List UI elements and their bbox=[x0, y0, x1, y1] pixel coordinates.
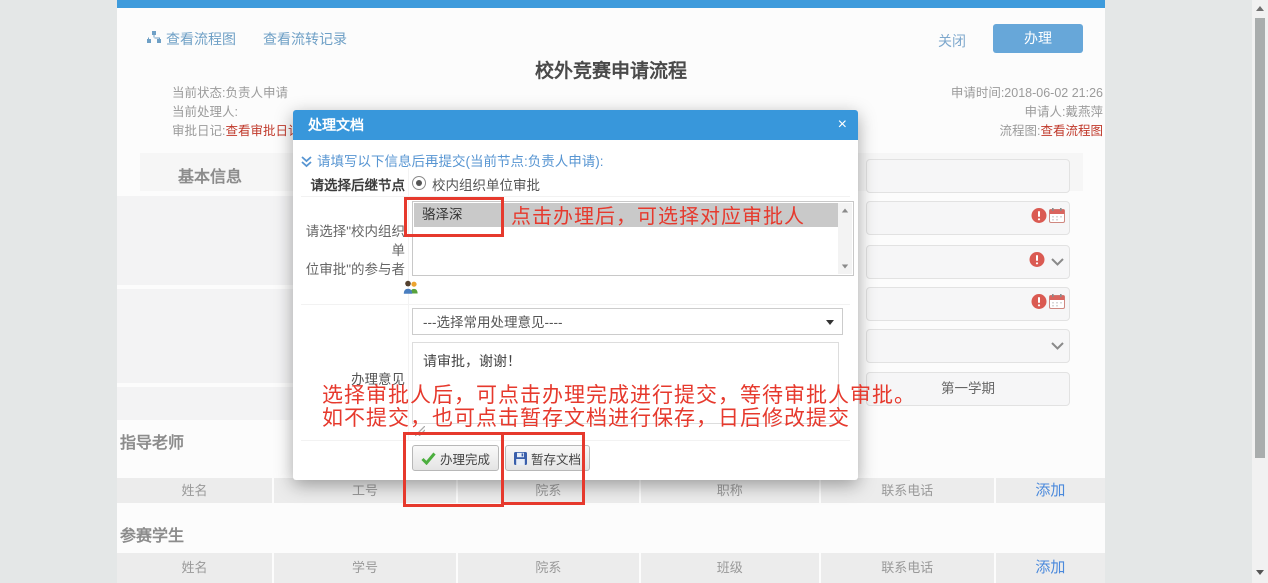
section-students: 参赛学生 bbox=[120, 522, 184, 546]
double-chevron-down-icon bbox=[301, 156, 312, 168]
column-header: 姓名 bbox=[117, 553, 274, 583]
top-accent-bar bbox=[117, 0, 1105, 8]
listbox-scroll-up-icon[interactable] bbox=[842, 209, 848, 213]
annotation-submit-note: 选择审批人后，可点击办理完成进行提交，等待审批人审批。 如不提交，也可点击暂存文… bbox=[322, 384, 916, 430]
warning-icon bbox=[1031, 208, 1047, 229]
apply-time: 申请时间:2018-06-02 21:26 bbox=[951, 84, 1103, 103]
column-header: 联系电话 bbox=[821, 478, 996, 503]
modal-title: 处理文档 bbox=[308, 110, 364, 140]
view-flowchart-link[interactable]: 查看流程图 bbox=[166, 29, 236, 49]
annotation-box-approver bbox=[404, 197, 504, 237]
close-page-link[interactable]: 关闭 bbox=[938, 31, 966, 51]
chevron-down-icon[interactable] bbox=[1051, 337, 1064, 355]
add-student-link[interactable]: 添加 bbox=[996, 553, 1105, 583]
annotation-box-save-button bbox=[501, 432, 585, 505]
modal-close-icon[interactable]: × bbox=[838, 110, 847, 139]
meta-left: 当前状态:负责人申请 当前处理人: 审批日记:查看审批日记 bbox=[172, 84, 301, 141]
calendar-icon[interactable] bbox=[1049, 208, 1065, 228]
process-button[interactable]: 办理 bbox=[993, 24, 1083, 53]
annotation-box-complete-button bbox=[403, 432, 504, 507]
view-transfer-log-link[interactable]: 查看流转记录 bbox=[263, 29, 347, 49]
section-advisors: 指导老师 bbox=[120, 429, 184, 453]
scrollbar-thumb[interactable] bbox=[1255, 18, 1265, 458]
applicant: 申请人:戴燕萍 bbox=[951, 103, 1103, 122]
column-header: 联系电话 bbox=[821, 553, 996, 583]
form-field-select[interactable] bbox=[866, 245, 1070, 279]
chevron-down-icon[interactable] bbox=[1051, 253, 1064, 271]
column-header: 学号 bbox=[274, 553, 458, 583]
select-arrow-icon bbox=[826, 320, 834, 325]
column-header: 班级 bbox=[641, 553, 821, 583]
warning-icon bbox=[1029, 252, 1045, 273]
scroll-up-arrow-icon[interactable] bbox=[1256, 6, 1264, 11]
listbox-scroll-down-icon[interactable] bbox=[842, 265, 848, 269]
row-divider bbox=[301, 304, 850, 305]
row-divider bbox=[301, 196, 850, 197]
current-handler: 当前处理人: bbox=[172, 103, 301, 122]
select-users-icon[interactable] bbox=[402, 280, 420, 301]
modal-header: 处理文档 × bbox=[293, 110, 858, 140]
column-header: 院系 bbox=[458, 553, 641, 583]
scroll-down-arrow-icon[interactable] bbox=[1256, 570, 1264, 575]
section-basic-info: 基本信息 bbox=[178, 163, 242, 187]
column-header: 姓名 bbox=[117, 478, 274, 503]
modal-hint: 请填写以下信息后再提交(当前节点:负责人申请): bbox=[301, 150, 604, 170]
view-approval-diary-link[interactable]: 查看审批日记 bbox=[225, 124, 300, 138]
view-flowchart-link-2[interactable]: 查看流程图 bbox=[1040, 124, 1103, 138]
warning-icon bbox=[1031, 294, 1047, 315]
next-node-option[interactable]: 校内组织单位审批 bbox=[432, 174, 632, 194]
current-status: 当前状态:负责人申请 bbox=[172, 84, 301, 103]
form-field-select[interactable] bbox=[866, 329, 1070, 363]
listbox-scrollbar[interactable] bbox=[838, 203, 852, 274]
add-advisor-link[interactable]: 添加 bbox=[996, 478, 1105, 503]
page-title: 校外竞赛申请流程 bbox=[117, 56, 1105, 83]
meta-right: 申请时间:2018-06-02 21:26 申请人:戴燕萍 流程图:查看流程图 bbox=[951, 84, 1103, 141]
opinion-select-value: ---选择常用处理意见---- bbox=[423, 315, 562, 330]
approval-diary: 审批日记:查看审批日记 bbox=[172, 122, 301, 141]
advisor-table-header: 姓名 工号 院系 职称 联系电话 添加 bbox=[117, 478, 1105, 503]
flowchart: 流程图:查看流程图 bbox=[951, 122, 1103, 141]
participants-label: 请选择"校内组织单 位审批"的参与者 bbox=[293, 222, 405, 279]
calendar-icon[interactable] bbox=[1049, 294, 1065, 314]
common-opinion-select[interactable]: ---选择常用处理意见---- bbox=[412, 308, 843, 335]
form-field-date[interactable] bbox=[866, 287, 1070, 321]
next-node-radio[interactable] bbox=[412, 176, 426, 190]
form-field-empty[interactable] bbox=[866, 159, 1070, 193]
form-field-date[interactable] bbox=[866, 201, 1070, 235]
screen: 查看流程图 查看流转记录 关闭 办理 校外竞赛申请流程 当前状态:负责人申请 当… bbox=[0, 0, 1268, 583]
annotation-approver-note: 点击办理后，可选择对应审批人 bbox=[511, 200, 805, 229]
sitemap-icon bbox=[147, 31, 161, 49]
column-header: 职称 bbox=[641, 478, 821, 503]
student-table-header: 姓名 学号 院系 班级 联系电话 添加 bbox=[117, 553, 1105, 583]
next-node-label: 请选择后继节点 bbox=[307, 174, 405, 194]
